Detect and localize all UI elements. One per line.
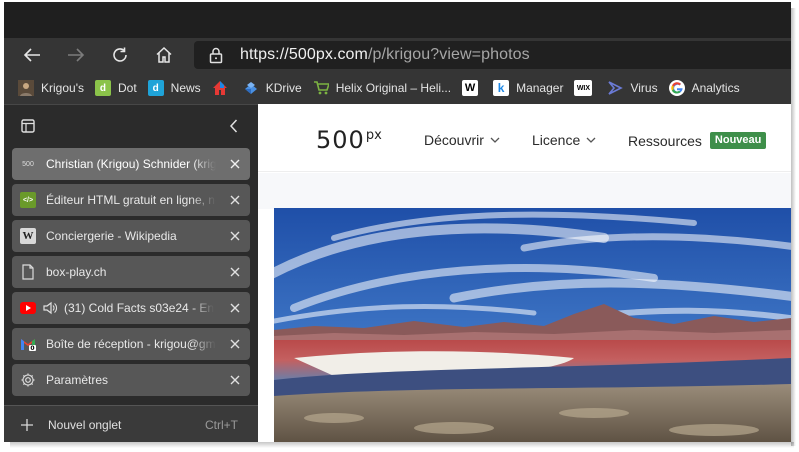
window-shadow-bottom xyxy=(10,442,794,448)
500px-favicon: 500 xyxy=(22,160,34,168)
tabs-panel-header xyxy=(4,105,258,147)
new-tab-shortcut: Ctrl+T xyxy=(205,417,238,432)
menu-discover[interactable]: Découvrir xyxy=(424,132,500,148)
bookmarks-bar: Krigou's d Dot d News KDrive Helix Origi… xyxy=(4,72,791,104)
virus-icon xyxy=(607,80,624,96)
arrow-right-icon xyxy=(68,48,85,62)
page-favicon xyxy=(22,264,34,280)
menu-license[interactable]: Licence xyxy=(532,132,596,148)
address-bar[interactable]: https://500px.com/p/krigou?view=photos xyxy=(194,41,791,69)
site-header: 500px Découvrir Licence Ressources Nouve… xyxy=(258,104,791,172)
tab-wikipedia[interactable]: W Conciergerie - Wikipedia xyxy=(12,220,250,252)
back-button[interactable] xyxy=(18,42,46,68)
bookmark-kdrive[interactable]: KDrive xyxy=(239,76,309,100)
web-content: 500px Découvrir Licence Ressources Nouve… xyxy=(258,104,791,442)
url-host: https://500px.com xyxy=(240,46,368,63)
tab-gmail[interactable]: 0 Boîte de réception - krigou@gmail.com xyxy=(12,328,250,360)
refresh-icon xyxy=(113,47,127,62)
chevron-left-icon[interactable] xyxy=(226,117,242,135)
plus-icon xyxy=(21,418,33,431)
new-tab-label: Nouvel onglet xyxy=(48,417,122,432)
window-shadow-right xyxy=(791,8,796,446)
close-icon[interactable] xyxy=(228,157,242,171)
title-bar[interactable] xyxy=(4,2,791,38)
bookmark-virus[interactable]: Virus xyxy=(603,76,664,100)
bookmark-krigou[interactable]: Krigou's xyxy=(14,76,91,100)
dot-icon: d xyxy=(94,80,111,96)
google-icon xyxy=(668,80,685,96)
bookmark-news[interactable]: d News xyxy=(144,76,208,100)
hero-photo[interactable] xyxy=(274,208,791,442)
close-icon[interactable] xyxy=(228,337,242,351)
svg-text:0: 0 xyxy=(30,345,34,351)
tab-box-play[interactable]: box-play.ch xyxy=(12,256,250,288)
bookmark-manager[interactable]: k Manager xyxy=(489,76,570,100)
close-icon[interactable] xyxy=(228,373,242,387)
close-icon[interactable] xyxy=(228,301,242,315)
close-icon[interactable] xyxy=(228,265,242,279)
cart-icon xyxy=(313,80,329,96)
speaker-icon[interactable] xyxy=(42,300,58,316)
home-button[interactable] xyxy=(150,42,178,68)
k-logo-icon: k xyxy=(493,80,510,96)
page-spacer xyxy=(258,173,791,209)
bookmark-w[interactable]: W xyxy=(458,76,489,100)
youtube-favicon xyxy=(20,300,36,316)
w-logo-icon: W xyxy=(462,80,479,96)
landscape-image xyxy=(274,208,791,442)
chevron-down-icon xyxy=(586,137,596,143)
bookmark-analytics[interactable]: Analytics xyxy=(665,76,747,100)
home-icon xyxy=(156,46,172,63)
kdrive-icon xyxy=(243,80,259,96)
lock-icon[interactable] xyxy=(208,46,224,64)
navigation-bar: https://500px.com/p/krigou?view=photos xyxy=(4,38,791,72)
close-icon[interactable] xyxy=(228,193,242,207)
close-icon[interactable] xyxy=(228,229,242,243)
site-logo[interactable]: 500px xyxy=(316,126,382,154)
html-editor-favicon: </> xyxy=(20,192,36,208)
wikipedia-favicon: W xyxy=(20,228,36,244)
forward-button[interactable] xyxy=(62,42,90,68)
house-colored-icon xyxy=(212,80,228,96)
tab-actions-icon[interactable] xyxy=(21,119,35,133)
menu-resources[interactable]: Ressources Nouveau xyxy=(628,132,767,149)
arrow-left-icon xyxy=(23,48,40,62)
new-tab-button[interactable]: Nouvel onglet Ctrl+T xyxy=(4,405,258,442)
bookmark-dot[interactable]: d Dot xyxy=(91,76,144,100)
bookmark-helix[interactable]: Helix Original – Heli... xyxy=(309,76,458,100)
browser-window: https://500px.com/p/krigou?view=photos K… xyxy=(4,2,791,442)
bookmark-wix[interactable]: WIX xyxy=(570,76,603,100)
tab-500px[interactable]: 500 Christian (Krigou) Schnider (krigou)… xyxy=(12,148,250,180)
refresh-button[interactable] xyxy=(106,42,134,68)
gear-icon xyxy=(21,373,35,387)
bookmark-house[interactable] xyxy=(208,76,239,100)
news-icon: d xyxy=(147,80,164,96)
vertical-tabs-panel: 500 Christian (Krigou) Schnider (krigou)… xyxy=(4,104,258,442)
tab-settings[interactable]: Paramètres xyxy=(12,364,250,396)
chevron-down-icon xyxy=(490,137,500,143)
tab-html-editor[interactable]: </> Éditeur HTML gratuit en ligne, netto… xyxy=(12,184,250,216)
krigou-avatar-icon xyxy=(18,80,34,96)
wix-icon: WIX xyxy=(574,80,593,96)
new-badge: Nouveau xyxy=(709,132,767,149)
url-path: /p/krigou?view=photos xyxy=(368,46,530,63)
address-url: https://500px.com/p/krigou?view=photos xyxy=(240,46,530,64)
gmail-favicon: 0 xyxy=(20,336,36,352)
tab-youtube[interactable]: (31) Cold Facts s03e24 - Entre xyxy=(12,292,250,324)
